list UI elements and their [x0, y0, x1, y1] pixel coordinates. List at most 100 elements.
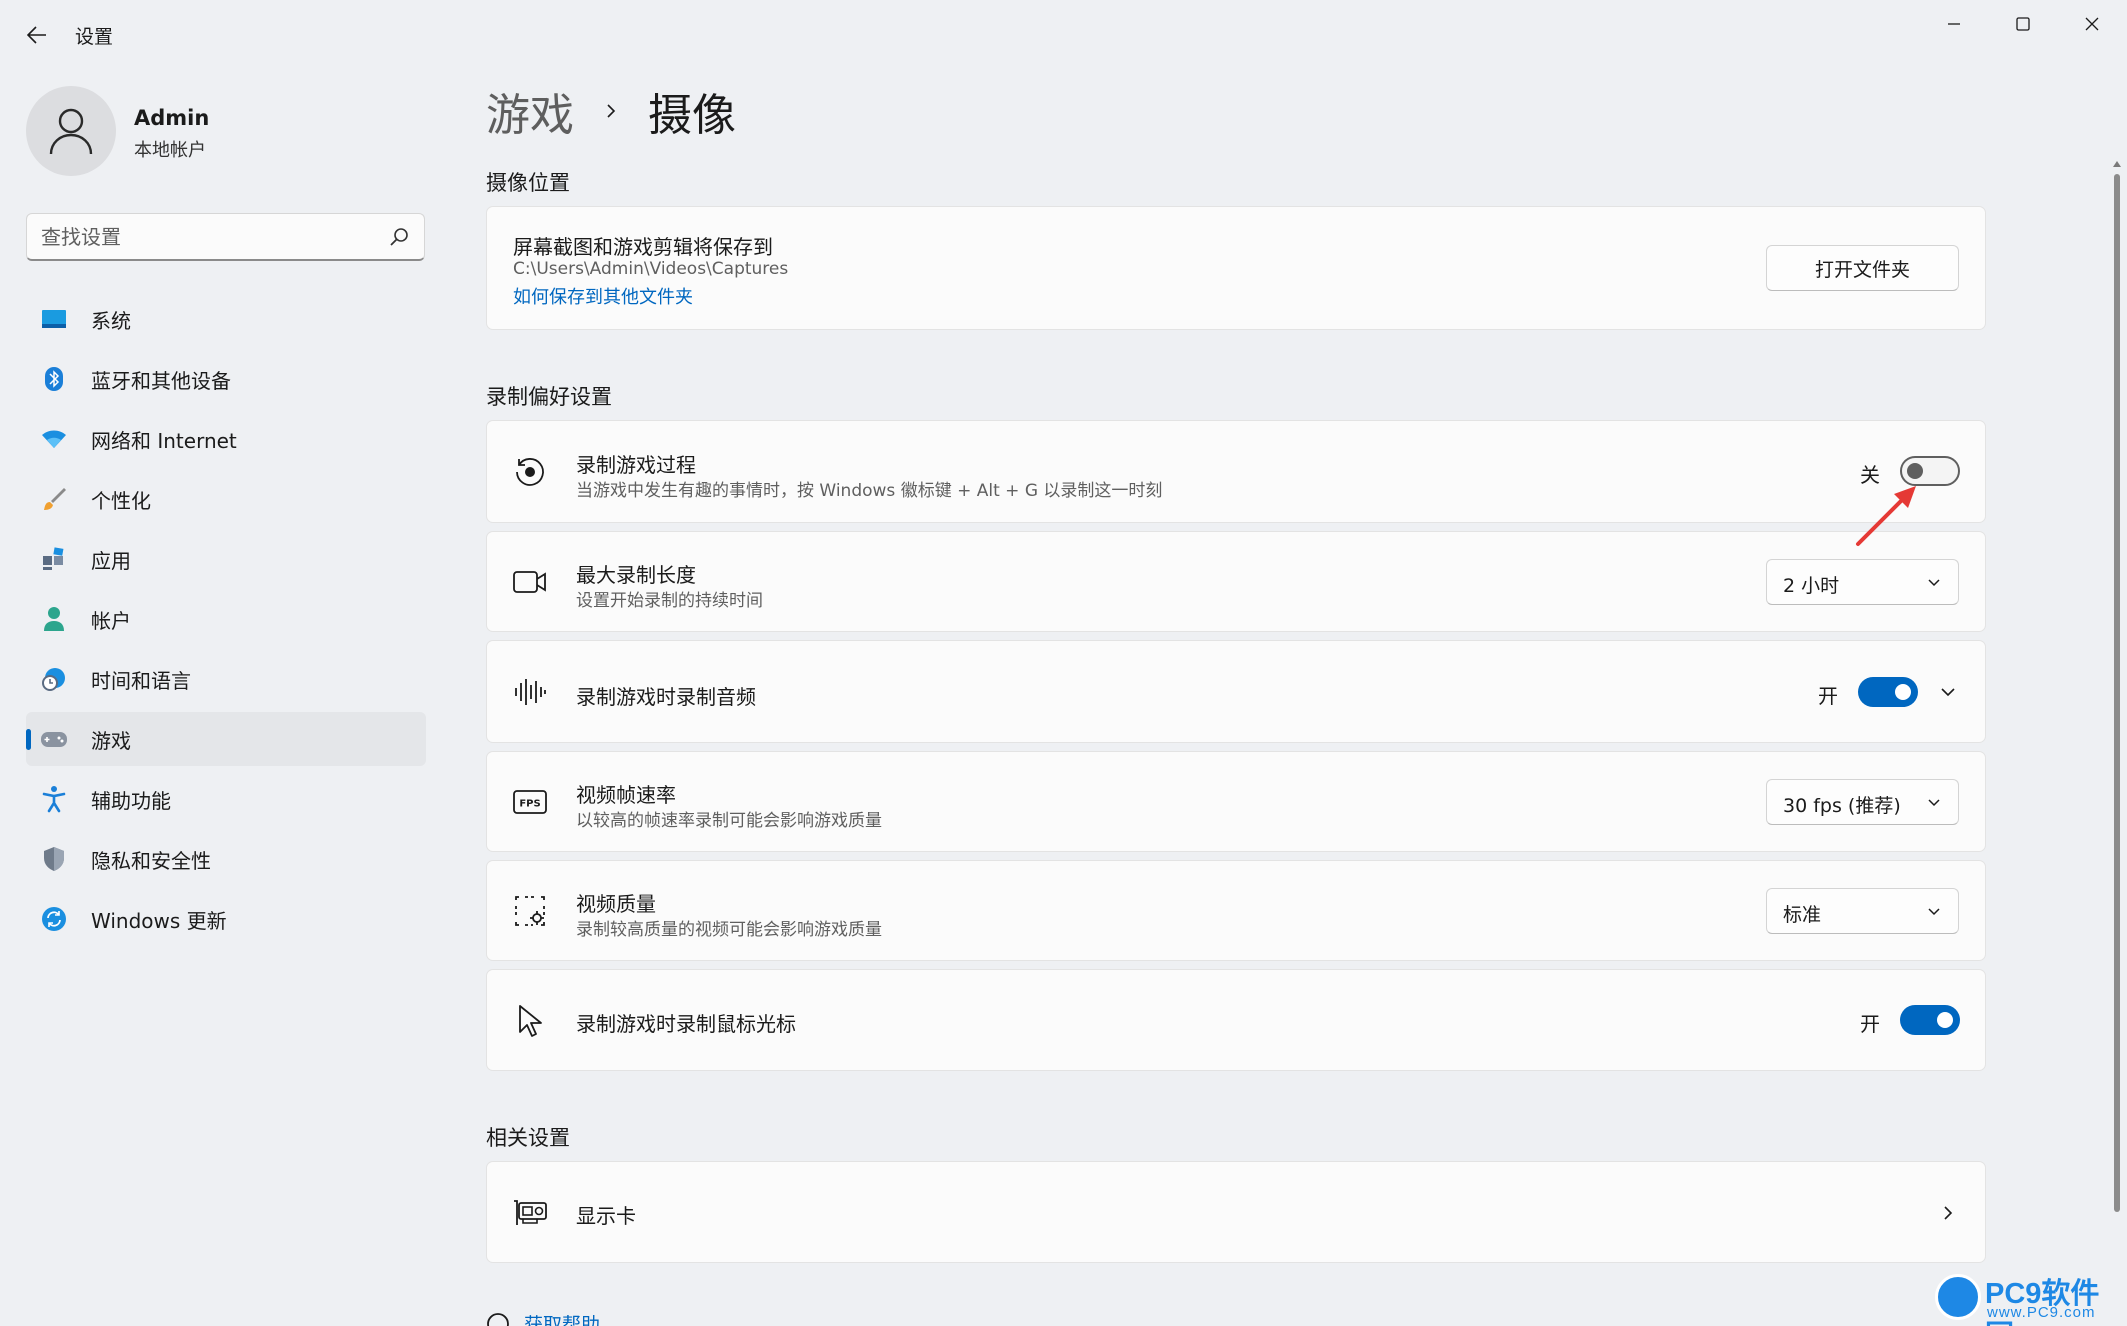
watermark-url: www.PC9.com — [1987, 1304, 2096, 1321]
max-length-subtitle: 设置开始录制的持续时间 — [576, 591, 763, 611]
record-audio-toggle[interactable] — [1858, 677, 1918, 707]
graphics-title: 显示卡 — [576, 1204, 636, 1228]
sidebar-item-label: 系统 — [91, 308, 131, 333]
sidebar-item-network[interactable]: 网络和 Internet — [26, 412, 426, 466]
fps-icon: FPS — [513, 785, 547, 819]
dropdown-value: 标准 — [1783, 904, 1822, 926]
section-title-recording: 录制偏好设置 — [486, 385, 612, 409]
sidebar-item-label: 游戏 — [91, 728, 131, 753]
scroll-up-arrow-icon[interactable] — [2113, 160, 2121, 168]
max-recording-length-card: 最大录制长度 设置开始录制的持续时间 2 小时 — [486, 531, 1986, 632]
apps-icon — [40, 545, 68, 573]
frame-rate-title: 视频帧速率 — [576, 783, 676, 807]
capture-location-card: 屏幕截图和游戏剪辑将保存到 C:\Users\Admin\Videos\Capt… — [486, 206, 1986, 330]
graphics-card-icon — [513, 1196, 547, 1230]
open-folder-button[interactable]: 打开文件夹 — [1766, 245, 1959, 291]
record-cursor-card: 录制游戏时录制鼠标光标 开 — [486, 969, 1986, 1071]
sidebar-item-label: 隐私和安全性 — [91, 848, 211, 873]
chevron-down-icon[interactable] — [1938, 682, 1958, 702]
sidebar-item-bluetooth[interactable]: 蓝牙和其他设备 — [26, 352, 426, 406]
account-type: 本地帐户 — [134, 140, 206, 161]
close-button[interactable] — [2058, 4, 2126, 44]
capture-location-title: 屏幕截图和游戏剪辑将保存到 — [513, 235, 773, 259]
wifi-icon — [40, 425, 68, 453]
update-icon — [40, 905, 68, 933]
back-button[interactable] — [18, 16, 56, 54]
system-icon — [40, 305, 68, 333]
get-help-label: 获取帮助 — [524, 1314, 601, 1326]
video-camera-icon — [513, 565, 547, 599]
shield-icon — [40, 845, 68, 873]
sidebar-item-label: Windows 更新 — [91, 908, 227, 933]
max-length-dropdown[interactable]: 2 小时 — [1766, 559, 1959, 605]
toggle-knob — [1937, 1012, 1953, 1028]
watermark-logo-icon — [1935, 1274, 1981, 1320]
sidebar-item-label: 时间和语言 — [91, 668, 191, 693]
section-title-capture-location: 摄像位置 — [486, 171, 570, 195]
sidebar-item-system[interactable]: 系统 — [26, 292, 426, 346]
video-quality-icon — [513, 894, 547, 928]
sidebar-item-accessibility[interactable]: 辅助功能 — [26, 772, 426, 826]
record-audio-card: 录制游戏时录制音频 开 — [486, 640, 1986, 743]
sidebar-nav: 系统 蓝牙和其他设备 网络和 Internet 个性化 应用 帐户 时间和语言 … — [26, 292, 426, 952]
save-elsewhere-link[interactable]: 如何保存到其他文件夹 — [513, 283, 693, 309]
max-length-title: 最大录制长度 — [576, 563, 696, 587]
record-cursor-title: 录制游戏时录制鼠标光标 — [576, 1012, 796, 1036]
search-input[interactable] — [41, 222, 371, 252]
maximize-button[interactable] — [1989, 4, 2057, 44]
sidebar-item-apps[interactable]: 应用 — [26, 532, 426, 586]
capture-path: C:\Users\Admin\Videos\Captures — [513, 259, 789, 279]
toggle-knob — [1895, 684, 1911, 700]
dropdown-value: 2 小时 — [1783, 575, 1840, 597]
minimize-button[interactable] — [1920, 4, 1988, 44]
account-icon — [40, 605, 68, 633]
sidebar-item-label: 个性化 — [91, 488, 151, 513]
search-icon[interactable] — [388, 226, 410, 248]
close-icon — [2085, 17, 2099, 31]
record-cursor-toggle[interactable] — [1900, 1005, 1960, 1035]
sidebar-item-label: 辅助功能 — [91, 788, 171, 813]
sidebar-item-accounts[interactable]: 帐户 — [26, 592, 426, 646]
scroll-thumb[interactable] — [2114, 174, 2120, 1212]
graphics-card[interactable]: 显示卡 — [486, 1161, 1986, 1263]
chevron-down-icon — [1928, 579, 1940, 587]
audio-waveform-icon — [513, 675, 547, 709]
sidebar-item-gaming[interactable]: 游戏 — [26, 712, 426, 766]
chevron-right-icon — [607, 104, 616, 118]
avatar — [26, 86, 116, 176]
breadcrumb-parent[interactable]: 游戏 — [486, 79, 574, 143]
sidebar-item-label: 网络和 Internet — [91, 428, 237, 453]
page-title: 摄像 — [648, 90, 736, 141]
frame-rate-subtitle: 以较高的帧速率录制可能会影响游戏质量 — [576, 811, 882, 831]
frame-rate-dropdown[interactable]: 30 fps (推荐) — [1766, 779, 1959, 825]
title-bar: 设置 — [0, 0, 2127, 70]
sidebar-item-time-language[interactable]: 时间和语言 — [26, 652, 426, 706]
gamepad-icon — [40, 725, 68, 753]
maximize-icon — [2016, 17, 2030, 31]
help-icon — [487, 1312, 509, 1326]
brush-icon — [40, 485, 68, 513]
scrollbar[interactable] — [2113, 160, 2121, 1215]
video-quality-subtitle: 录制较高质量的视频可能会影响游戏质量 — [576, 920, 882, 940]
arrow-left-icon — [27, 26, 46, 44]
video-quality-title: 视频质量 — [576, 892, 656, 916]
sidebar-item-windows-update[interactable]: Windows 更新 — [26, 892, 426, 946]
frame-rate-card: FPS 视频帧速率 以较高的帧速率录制可能会影响游戏质量 30 fps (推荐) — [486, 751, 1986, 852]
video-quality-card: 视频质量 录制较高质量的视频可能会影响游戏质量 标准 — [486, 860, 1986, 961]
get-help-link[interactable]: 获取帮助 — [486, 1310, 600, 1326]
bluetooth-icon — [40, 365, 68, 393]
minimize-icon — [1948, 23, 1960, 25]
sidebar-item-privacy[interactable]: 隐私和安全性 — [26, 832, 426, 886]
record-audio-title: 录制游戏时录制音频 — [576, 685, 756, 709]
mouse-pointer-icon — [513, 1004, 547, 1038]
section-title-related: 相关设置 — [486, 1126, 570, 1150]
watermark: PC9软件园 www.PC9.com — [1935, 1270, 2125, 1326]
sidebar-item-personalization[interactable]: 个性化 — [26, 472, 426, 526]
search-box[interactable] — [26, 213, 425, 261]
globe-clock-icon — [40, 665, 68, 693]
video-quality-dropdown[interactable]: 标准 — [1766, 888, 1959, 934]
user-profile[interactable]: Admin 本地帐户 — [26, 86, 426, 178]
accessibility-icon — [40, 785, 68, 813]
dropdown-value: 30 fps (推荐) — [1783, 795, 1901, 817]
sidebar-item-label: 蓝牙和其他设备 — [91, 368, 231, 393]
